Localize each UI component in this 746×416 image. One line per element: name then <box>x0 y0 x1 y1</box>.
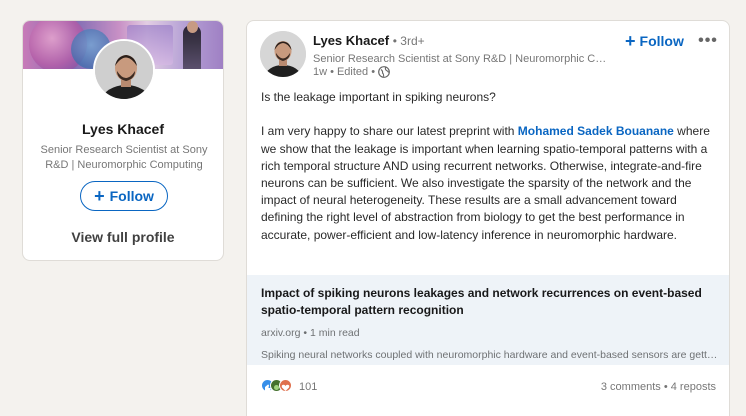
social-counts: 101 3 comments • 4 reposts <box>247 379 729 399</box>
profile-headline: Senior Research Scientist at Sony R&D | … <box>40 144 208 171</box>
mention-link[interactable]: Mohamed Sadek Bouanane <box>518 124 674 138</box>
post-body-text: where we show that the leakage is import… <box>261 124 710 242</box>
love-icon <box>279 379 292 392</box>
article-description: Spiking neural networks coupled with neu… <box>261 349 719 361</box>
comments-reposts-count[interactable]: 3 comments • 4 reposts <box>601 381 716 393</box>
reaction-icons[interactable] <box>261 379 301 395</box>
profile-name[interactable]: Lyes Khacef <box>23 121 223 137</box>
post-follow-button[interactable]: + Follow <box>621 30 688 52</box>
article-title[interactable]: Impact of spiking neurons leakages and n… <box>261 285 721 319</box>
profile-card: Lyes Khacef Senior Research Scientist at… <box>22 20 224 261</box>
author-avatar[interactable] <box>260 31 306 77</box>
article-preview[interactable]: Impact of spiking neurons leakages and n… <box>247 275 729 365</box>
post-question: Is the leakage important in spiking neur… <box>261 90 496 104</box>
globe-icon <box>378 66 390 78</box>
profile-follow-label: Follow <box>109 188 154 204</box>
profile-avatar[interactable] <box>93 39 155 101</box>
post-meta: 1w • Edited • <box>313 66 390 78</box>
author-headline: Senior Research Scientist at Sony R&D | … <box>313 53 607 65</box>
profile-follow-button[interactable]: + Follow <box>80 181 168 211</box>
post-edited: • Edited • <box>330 66 376 78</box>
reaction-count[interactable]: 101 <box>299 381 317 393</box>
post-follow-label: Follow <box>639 33 684 49</box>
feed-post: Lyes Khacef • 3rd+ Senior Research Scien… <box>246 20 730 416</box>
more-options-icon[interactable]: ••• <box>695 30 721 52</box>
post-time: 1w <box>313 66 328 78</box>
plus-icon: + <box>94 185 105 206</box>
post-body: Is the leakage important in spiking neur… <box>261 89 719 244</box>
author-line: Lyes Khacef • 3rd+ <box>313 33 425 48</box>
post-intro: I am very happy to share our latest prep… <box>261 124 518 139</box>
post-paragraph: I am very happy to share our latest prep… <box>261 123 719 243</box>
view-full-profile-link[interactable]: View full profile <box>23 229 223 245</box>
post-header: Lyes Khacef • 3rd+ Senior Research Scien… <box>247 21 729 83</box>
author-name[interactable]: Lyes Khacef <box>313 33 389 48</box>
connection-degree: • 3rd+ <box>392 34 425 48</box>
plus-icon: + <box>625 30 636 51</box>
article-source: arxiv.org • 1 min read <box>261 327 360 339</box>
